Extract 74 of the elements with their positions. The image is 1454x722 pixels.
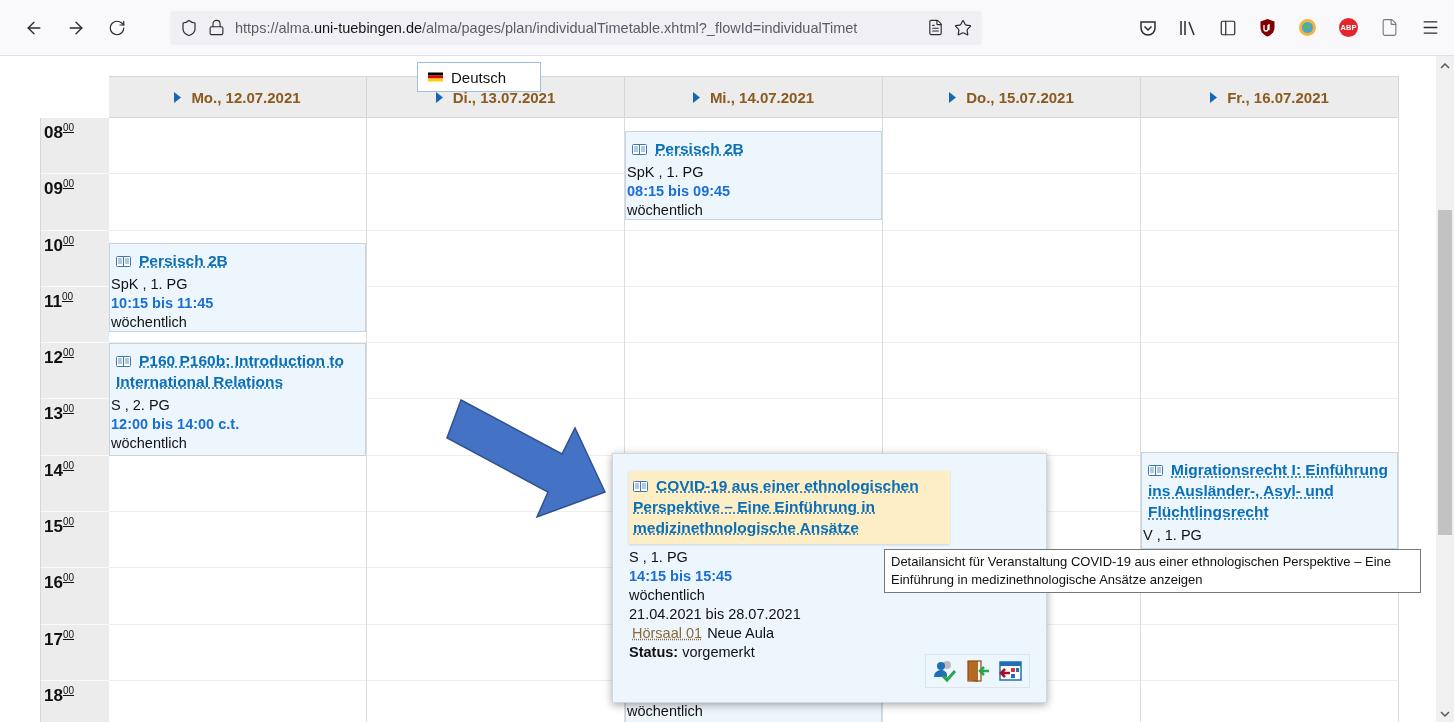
hour-label: 17$^{00}$: [41, 624, 109, 681]
scroll-up-icon[interactable]: [1440, 62, 1450, 69]
page-icon[interactable]: [1380, 18, 1399, 37]
event-card[interactable]: Persisch 2B SpK , 1. PG 08:15 bis 09:45 wöchentlich: [625, 130, 882, 220]
event-type: S , 2. PG: [111, 396, 170, 416]
book-icon: [632, 143, 647, 155]
day-label: Mi., 14.07.2021: [709, 88, 815, 106]
event-title-link[interactable]: Persisch 2B: [627, 131, 881, 163]
url-text: https://alma.uni-tuebingen.de/alma/pages/plan/individualTimetable.xhtml?_flowId=individualTimet: [235, 19, 859, 36]
event-title-link[interactable]: Migrationsrecht I: Einführung ins Ausländer-, Asyl- und Flüchtlingsrecht: [1143, 453, 1397, 527]
event-title-link[interactable]: Persisch 2B: [111, 244, 365, 275]
building-name: Neue Aula: [707, 624, 775, 643]
hour-label: 09$^{00}$: [41, 174, 109, 231]
lock-icon[interactable]: [208, 19, 225, 36]
book-icon: [1148, 465, 1163, 477]
event-recurrence: wöchentlich: [111, 313, 187, 331]
scroll-down-icon[interactable]: [1440, 711, 1450, 718]
event-time: 12:00 bis 14:00 c.t.: [111, 415, 240, 435]
day-header[interactable]: Mi., 14.07.2021: [625, 76, 883, 118]
globe-extension-icon[interactable]: [1298, 18, 1317, 37]
caret-right-icon: [435, 91, 443, 103]
popup-dates: 21.04.2021 bis 28.07.2021: [629, 605, 801, 624]
hour-label: 14$^{00}$: [41, 455, 109, 513]
caret-right-icon: [949, 91, 957, 103]
event-recurrence: wöchentlich: [627, 701, 703, 721]
day-header[interactable]: Fr., 16.07.2021: [1141, 76, 1399, 118]
event-type: V , 1. PG: [1143, 526, 1202, 546]
popup-status: Status: vorgemerkt: [629, 643, 755, 662]
popup-title-link[interactable]: COVID-19 aus einer ethnologischen Perspektive – Eine Einführung in medizinethnologische Ansätze: [629, 471, 950, 544]
person-check-icon[interactable]: [932, 659, 957, 683]
scrollbar-thumb[interactable]: [1438, 210, 1452, 535]
pocket-icon[interactable]: [1139, 18, 1157, 37]
event-recurrence: wöchentlich: [111, 434, 187, 454]
hour-label: 16$^{00}$: [41, 568, 109, 625]
room-link[interactable]: Hörsaal 01: [629, 624, 703, 643]
event-type: SpK , 1. PG: [111, 275, 188, 294]
hour-label: 08$^{00}$: [41, 118, 109, 175]
reader-view-icon[interactable]: [927, 19, 944, 36]
door-arrow-icon[interactable]: [965, 659, 990, 683]
shield-extension-icon[interactable]: [1259, 18, 1276, 37]
popup-recurrence: wöchentlich: [629, 586, 705, 605]
event-title-link[interactable]: P160 P160b: Introduction to International Relations: [111, 344, 365, 397]
event-card[interactable]: Migrationsrecht I: Einführung ins Ausländer-, Asyl- und Flüchtlingsrecht V , 1. PG: [1141, 452, 1398, 550]
popup-type: S , 1. PG: [629, 548, 688, 567]
popup-time: 14:15 bis 15:45: [629, 567, 733, 586]
event-recurrence: wöchentlich: [627, 200, 703, 219]
hour-label: 15$^{00}$: [41, 512, 109, 569]
shield-icon[interactable]: [180, 18, 198, 37]
book-icon: [116, 356, 131, 368]
address-bar[interactable]: https://alma.uni-tuebingen.de/alma/pages/plan/individualTimetable.xhtml?_flowId=individualTimet: [170, 10, 982, 45]
book-icon: [633, 481, 648, 492]
event-card[interactable]: Persisch 2B SpK , 1. PG 10:15 bis 11:45 wöchentlich: [109, 243, 366, 332]
flag-icon: [428, 72, 443, 82]
bookmark-star-icon[interactable]: [954, 18, 972, 37]
day-header[interactable]: Do., 15.07.2021: [883, 76, 1141, 118]
day-label: Mo., 12.07.2021: [191, 88, 301, 106]
caret-right-icon: [692, 91, 700, 103]
day-label: Fr., 16.07.2021: [1227, 88, 1329, 106]
language-menu[interactable]: Deutsch: [417, 62, 541, 92]
menu-icon[interactable]: [1421, 18, 1440, 37]
library-icon[interactable]: [1179, 18, 1197, 37]
sidebar-icon[interactable]: [1219, 18, 1237, 37]
reload-icon[interactable]: [108, 18, 126, 37]
day-label: Do., 15.07.2021: [966, 88, 1074, 106]
day-header[interactable]: Mo., 12.07.2021: [109, 76, 367, 118]
caret-right-icon: [174, 91, 182, 103]
tooltip: Detailansicht für Veranstaltung COVID-19 aus einer ethnologischen Perspektive – Eine Einführung in medizinethnologische Ansätze anzeigen: [884, 549, 1421, 593]
caret-right-icon: [1210, 91, 1218, 103]
event-time: 10:15 bis 11:45: [111, 294, 214, 313]
book-icon: [116, 256, 131, 267]
event-type: SpK , 1. PG: [627, 162, 704, 182]
hour-label: 18$^{00}$: [41, 680, 109, 722]
event-time: 08:15 bis 09:45: [627, 181, 731, 201]
event-card[interactable]: P160 P160b: Introduction to International Relations S , 2. PG 12:00 bis 14:00 c.t. wöchentlich: [109, 343, 366, 456]
